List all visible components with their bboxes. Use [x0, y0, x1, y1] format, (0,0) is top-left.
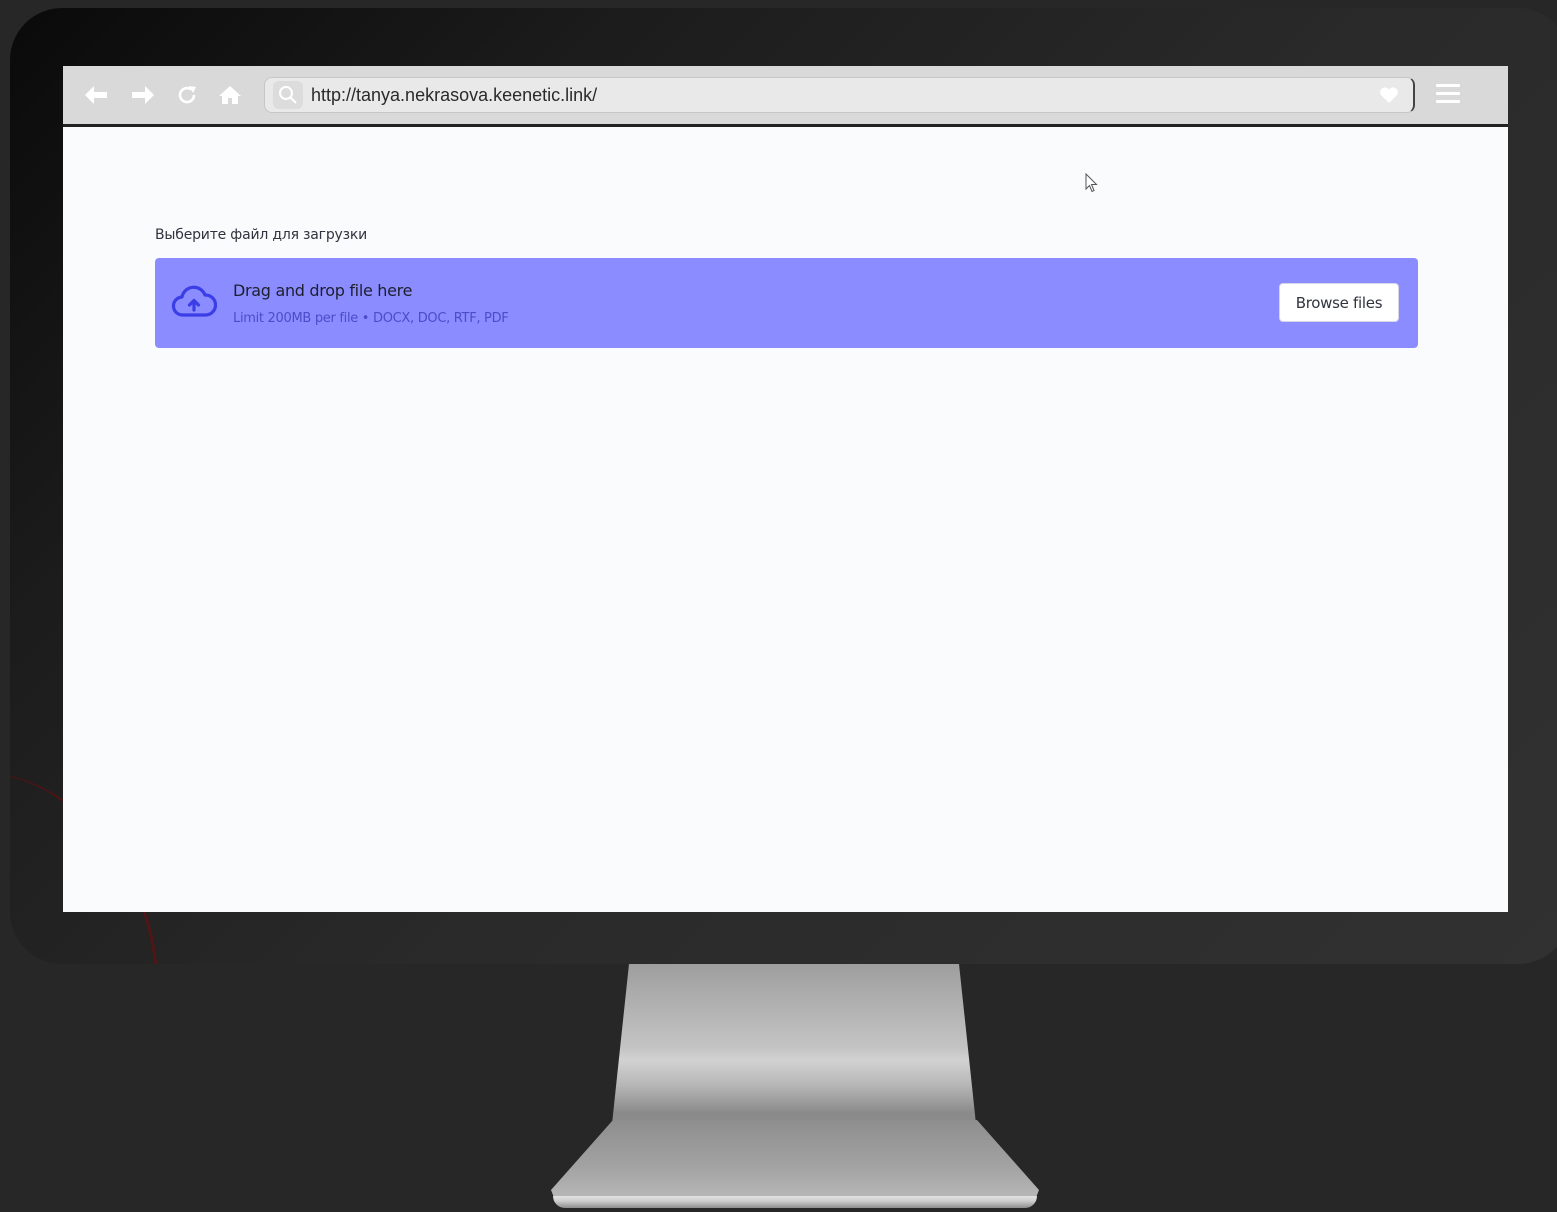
mouse-cursor-icon [1085, 172, 1099, 197]
heart-icon[interactable] [1379, 86, 1399, 108]
browser-toolbar: http://tanya.nekrasova.keenetic.link/ [63, 66, 1508, 127]
upload-label: Выберите файл для загрузки [155, 227, 368, 243]
dropzone-limit-text: Limit 200MB per file • DOCX, DOC, RTF, P… [233, 311, 509, 326]
arrow-right-icon[interactable] [130, 82, 156, 108]
search-icon [273, 81, 303, 109]
hamburger-menu-icon[interactable] [1436, 84, 1460, 106]
reload-icon[interactable] [174, 82, 200, 108]
arrow-left-icon[interactable] [83, 82, 109, 108]
home-icon[interactable] [217, 82, 243, 108]
monitor-stand-foot [553, 1196, 1037, 1208]
browse-files-button[interactable]: Browse files [1279, 283, 1399, 322]
url-text[interactable]: http://tanya.nekrasova.keenetic.link/ [311, 85, 597, 106]
dropzone-title: Drag and drop file here [233, 281, 413, 300]
address-bar[interactable]: http://tanya.nekrasova.keenetic.link/ [264, 77, 1415, 113]
screen: http://tanya.nekrasova.keenetic.link/ Вы… [63, 66, 1508, 912]
cloud-upload-icon [171, 285, 218, 321]
file-dropzone[interactable]: Drag and drop file here Limit 200MB per … [155, 258, 1418, 348]
monitor-stand-base [551, 1120, 1039, 1200]
